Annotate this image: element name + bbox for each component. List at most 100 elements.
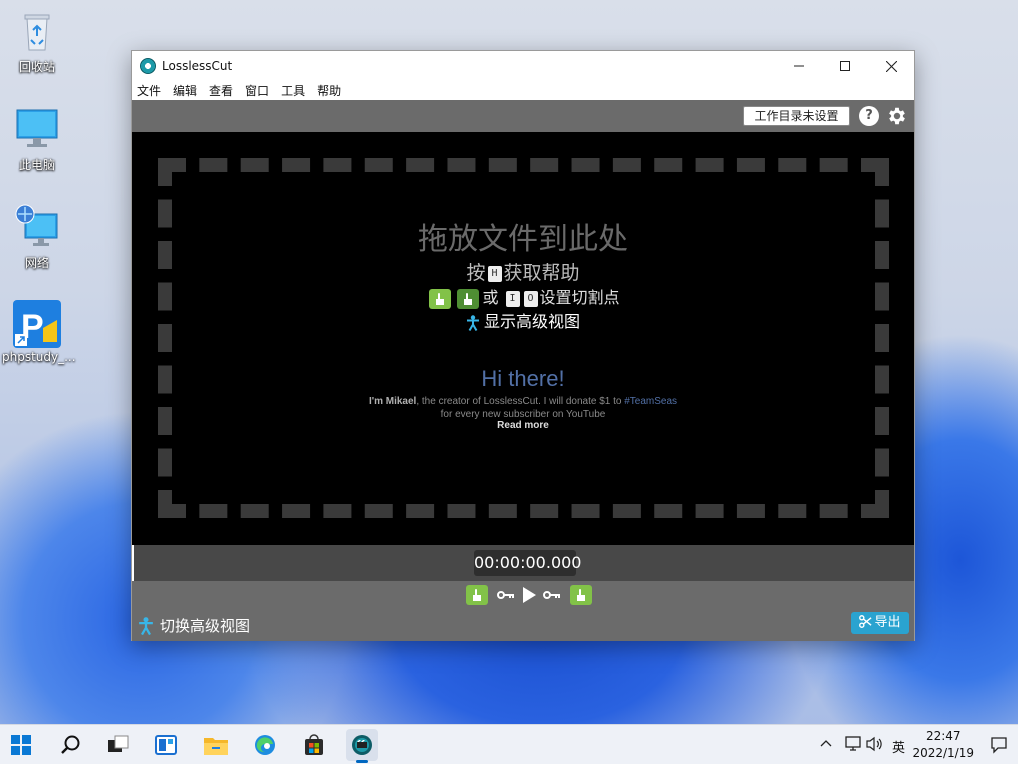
export-label: 导出 [874,615,901,630]
monitor-icon [13,106,61,154]
close-icon [885,60,897,72]
minimize-button[interactable] [776,51,822,81]
help-key: H [487,265,502,282]
show-hidden-icons-button[interactable] [820,737,832,751]
losslesscut-icon [352,735,372,755]
toggle-advanced-view-label: 切换高级视图 [160,617,251,635]
edge-icon [255,735,275,755]
notification-icon [991,737,1007,754]
task-view-icon [108,735,129,752]
menu-edit[interactable]: 编辑 [173,82,197,99]
menu-tools[interactable]: 工具 [281,82,305,99]
windows-icon [11,735,31,755]
jump-to-start-key-icon[interactable] [497,589,515,601]
desktop-icon-label: 此电脑 [18,158,55,172]
task-view-button[interactable] [102,729,134,761]
desktop-icon-recycle-bin[interactable]: 回收站 [2,8,72,75]
start-button[interactable] [5,729,37,761]
file-explorer-button[interactable] [200,729,232,761]
drop-zone-border [158,158,889,518]
desktop-icon-label: 网络 [24,256,49,270]
close-button[interactable] [868,51,914,81]
help-hint-suffix: 获取帮助 [503,262,580,284]
menu-window[interactable]: 窗口 [245,82,269,99]
desktop-icon-network[interactable]: 网络 [2,204,72,271]
play-icon[interactable] [521,586,537,604]
promo-text-1: , the creator of LosslessCut. I will don… [416,396,625,407]
losslesscut-window: LosslessCut 文件 编辑 查看 窗口 工具 帮助 工作目录未设置 ? [131,50,915,641]
gear-icon [889,107,905,125]
show-advanced-view-label: 显示高级视图 [483,312,580,331]
bottom-controls: 切换高级视图 导出 [132,581,914,641]
accessibility-icon [139,616,153,635]
file-drop-area[interactable]: 拖放文件到此处 按 H 获取帮助 或 I O 设置切割点 显示高级视图 Hi there… [132,132,914,545]
jump-to-end-key-icon[interactable] [543,589,561,601]
cut-hint-or: 或 [482,288,499,307]
working-directory-button[interactable]: 工作目录未设置 [743,106,850,126]
clock[interactable]: 22:47 2022/1/19 [912,728,974,762]
widgets-button[interactable] [150,729,182,761]
cut-hint-suffix: 设置切割点 [539,288,620,307]
network-monitor-icon [845,736,861,751]
read-more-link[interactable]: Read more [132,420,914,431]
pointing-hand-icon [473,589,481,601]
search-icon [61,735,80,754]
store-icon [305,734,323,755]
set-cut-end-button[interactable] [570,585,592,605]
widgets-icon [155,735,177,755]
clock-date: 2022/1/19 [912,746,974,760]
help-hint-prefix: 按 [466,262,486,284]
help-button[interactable]: ? [859,106,879,126]
top-toolbar: 工作目录未设置 ? [132,100,914,132]
phpstudy-icon: P [13,300,61,348]
clock-time: 22:47 [925,729,961,743]
set-cut-end-icon [457,288,480,309]
maximize-button[interactable] [822,51,868,81]
speaker-icon [866,736,882,752]
losslesscut-app-icon [140,58,156,74]
edge-browser-button[interactable] [249,729,281,761]
cut-point-hint: 或 I O 设置切割点 [132,284,914,309]
set-cut-start-icon [429,288,452,309]
store-button[interactable] [298,729,330,761]
timecode-display[interactable]: 00:00:00.000 [474,550,581,576]
cut-end-key: O [523,290,538,307]
accessibility-icon [466,314,479,331]
pointing-hand-icon [577,589,585,601]
title-bar[interactable]: LosslessCut [132,51,914,81]
volume-button[interactable] [866,736,884,755]
menu-help[interactable]: 帮助 [317,82,341,99]
set-cut-start-button[interactable] [466,585,488,605]
menu-bar: 文件 编辑 查看 窗口 工具 帮助 [132,81,914,100]
losslesscut-taskbar-button[interactable] [346,729,378,763]
window-title: LosslessCut [162,59,233,73]
promo-text-2: for every new subscriber on YouTube [440,409,606,420]
promo-text: I'm Mikael, the creator of LosslessCut. … [132,395,914,421]
toggle-advanced-view-button[interactable]: 切换高级视图 [138,615,250,636]
promo-name: I'm Mikael [368,396,417,407]
playback-controls [463,584,595,606]
chevron-up-icon [820,740,832,747]
input-language-indicator[interactable]: 英 [892,737,905,756]
show-advanced-view-link[interactable]: 显示高级视图 [132,308,914,332]
network-icon [13,204,61,252]
timeline[interactable]: 00:00:00.000 [132,545,914,581]
desktop-icon-phpstudy[interactable]: P phpstudy_... [2,300,76,364]
network-status-button[interactable] [844,736,862,755]
desktop-icon-label: 回收站 [18,60,55,74]
menu-view[interactable]: 查看 [209,82,233,99]
notifications-button[interactable] [990,736,1008,757]
taskbar: 英 22:47 2022/1/19 [0,724,1018,764]
scissors-icon [859,615,872,628]
export-button[interactable]: 导出 [851,612,909,634]
drop-title: 拖放文件到此处 [418,222,628,257]
cut-start-key: I [505,290,520,307]
maximize-icon [840,61,850,71]
taskbar-search-button[interactable] [55,729,87,761]
promo-tag[interactable]: #TeamSeas [624,396,677,407]
settings-button[interactable] [886,105,908,127]
desktop-icon-label: phpstudy_... [2,350,76,364]
menu-file[interactable]: 文件 [137,82,161,99]
desktop-icon-this-pc[interactable]: 此电脑 [2,106,72,173]
recycle-bin-icon [13,8,61,56]
